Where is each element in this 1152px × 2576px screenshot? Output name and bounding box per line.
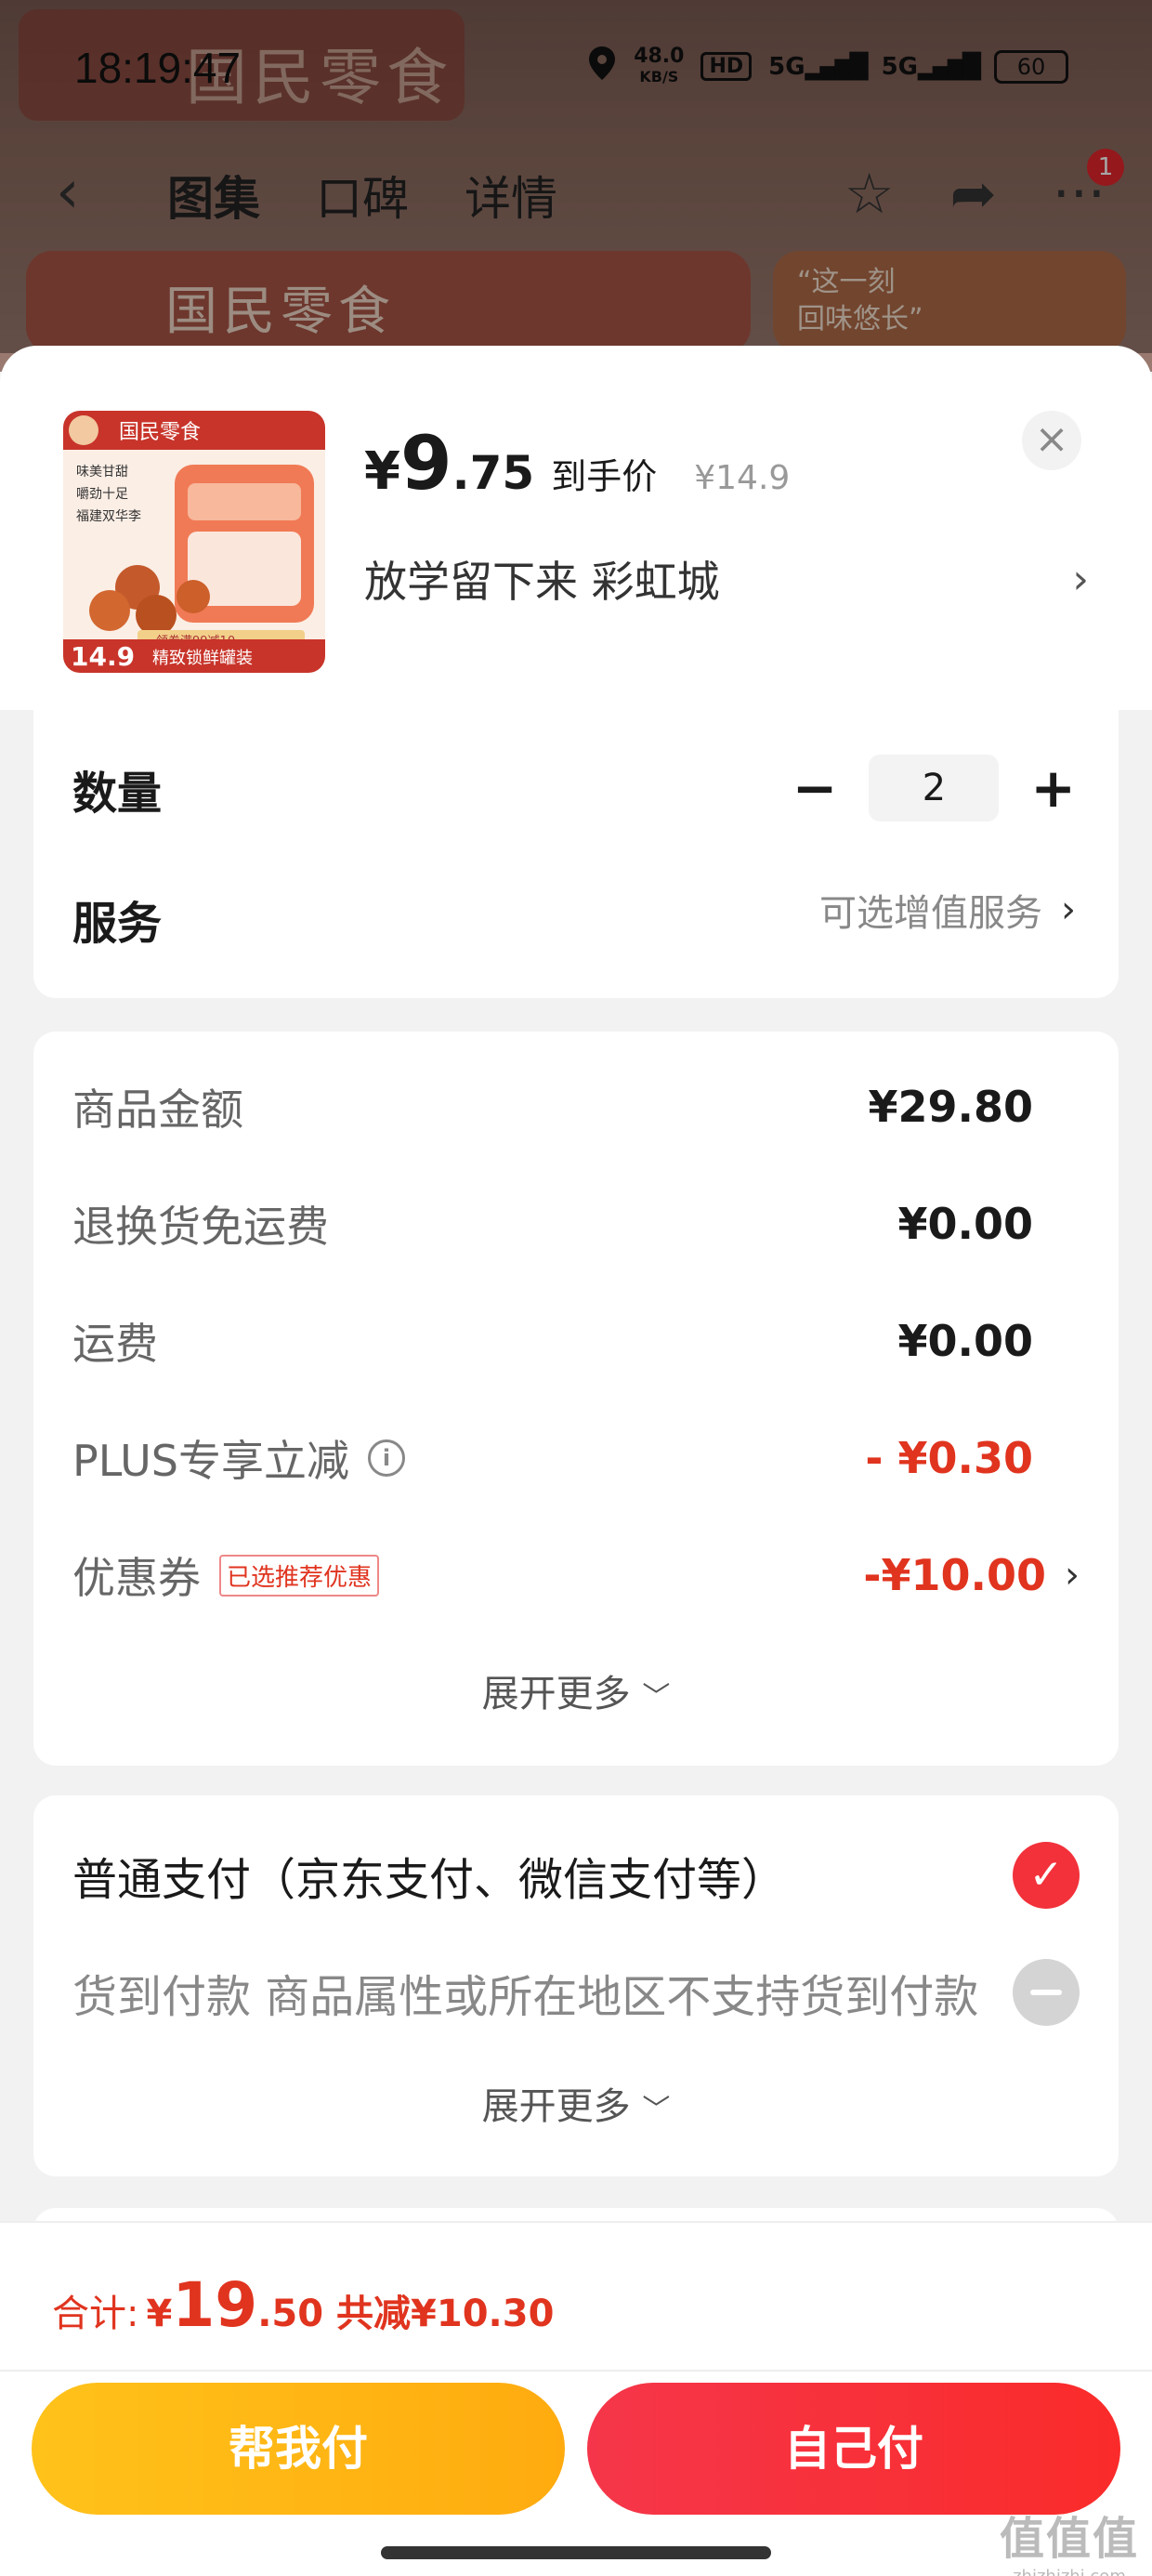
expand-more-payment[interactable]: 展开更多 ﹀ [33,2076,1119,2130]
chevron-down-icon: ﹀ [642,2094,671,2126]
payment-option-normal-label: 普通支付（京东支付、微信支付等） [72,1854,787,1906]
goods-amount-value: ¥29.80 [868,1082,1033,1132]
coupon-tag: 已选推荐优惠 [219,1554,380,1597]
plus-discount-value: - ¥0.30 [865,1433,1033,1483]
payment-option-normal[interactable]: 普通支付（京东支付、微信支付等） ✓ [72,1842,1080,1909]
thumb-price: 14.9 [71,641,135,672]
thumb-feature-3: 福建双华李 [76,509,141,524]
price-row-goods: 商品金额 ¥29.80 [72,1076,1080,1137]
return-shipping-value: ¥0.00 [897,1199,1033,1249]
shipping-value: ¥0.00 [897,1316,1033,1366]
thumb-tag: 精致锁鲜罐装 [152,649,253,668]
quantity-service-card: 数量 − 2 + 服务 可选增值服务 › [33,710,1119,998]
help-pay-button[interactable]: 帮我付 [32,2383,565,2515]
service-value: 可选增值服务 [819,892,1042,935]
coupon-value-wrap: -¥10.00 › [863,1550,1080,1600]
price-label: 到手价 [551,456,658,497]
watermark-url: zhizhizhi.com [1000,2567,1139,2576]
expand-more-label: 展开更多 [481,2085,631,2128]
total-integer: 19 [172,2269,258,2341]
price-decimal: .75 [452,446,535,500]
total-label: 合计: [52,2293,139,2335]
product-header: 国民零食 味美甘甜 嚼劲十足 福建双华李 领券满99减10 14.9 精致锁鲜罐… [0,346,1152,710]
quantity-value[interactable]: 2 [869,755,1000,821]
coupon-label-wrap: 优惠券 已选推荐优惠 [72,1544,380,1606]
price-row-coupon[interactable]: 优惠券 已选推荐优惠 -¥10.00 › [72,1544,1080,1606]
plus-discount-label-wrap: PLUS专享立减 i [72,1427,405,1489]
plus-discount-label: PLUS专享立减 [72,1436,349,1486]
disabled-radio-icon [1013,1959,1080,2026]
total-summary: 合计: ¥ 19 .50 共减¥10.30 [52,2269,554,2341]
thumb-feature-2: 嚼劲十足 [76,487,128,502]
goods-amount-label: 商品金额 [72,1084,243,1135]
variant-selector[interactable]: 放学留下来 彩虹城 › [364,548,1089,610]
return-shipping-label: 退换货免运费 [72,1202,329,1252]
home-indicator[interactable] [381,2546,771,2559]
expand-more-label: 展开更多 [481,1673,631,1715]
chevron-down-icon: ﹀ [642,1681,671,1714]
price-integer: 9 [399,420,452,506]
thumb-brand: 国民零食 [119,421,201,444]
coupon-label: 优惠券 [72,1553,201,1603]
payment-card: 普通支付（京东支付、微信支付等） ✓ 货到付款 商品属性或所在地区不支持货到付款… [33,1795,1119,2176]
variant-text: 放学留下来 彩虹城 [364,557,720,607]
shipping-label: 运费 [72,1319,158,1369]
quantity-label: 数量 [72,768,163,820]
price-breakdown-card: 商品金额 ¥29.80 退换货免运费 ¥0.00 运费 ¥0.00 PLUS专享… [33,1032,1119,1766]
thumb-feature-1: 味美甘甜 [76,465,128,480]
increase-button[interactable]: + [1030,760,1076,816]
watermark: 值值值 zhizhizhi.com [1000,2502,1139,2576]
total-savings: 共减¥10.30 [336,2293,555,2335]
price-row-plus: PLUS专享立减 i - ¥0.30 [72,1427,1080,1489]
expand-more-pricing[interactable]: 展开更多 ﹀ [33,1663,1119,1717]
price-currency: ¥ [364,441,400,502]
info-icon[interactable]: i [367,1439,405,1477]
chevron-right-icon: › [1065,1554,1080,1597]
coupon-value: -¥10.00 [863,1550,1046,1600]
decrease-button[interactable]: − [792,760,838,816]
product-image: 国民零食 味美甘甜 嚼劲十足 福建双华李 领券满99减10 14.9 精致锁鲜罐… [63,411,325,673]
quantity-stepper: − 2 + [792,755,1076,821]
total-decimal: .50 [257,2293,324,2335]
footer-divider [0,2370,1152,2372]
final-price: ¥ 9 .75 到手价 ¥14.9 [364,420,790,506]
chevron-right-icon: › [1072,555,1089,603]
service-label: 服务 [72,898,163,950]
checkmark-icon[interactable]: ✓ [1013,1842,1080,1909]
total-currency: ¥ [146,2293,173,2335]
close-button[interactable]: × [1022,411,1081,470]
payment-option-cod: 货到付款 商品属性或所在地区不支持货到付款 [72,1959,1080,2026]
overlay-dim[interactable] [0,0,1152,353]
price-row-shipping: 运费 ¥0.00 [72,1310,1080,1372]
original-price: ¥14.9 [694,459,791,497]
price-row-return-shipping: 退换货免运费 ¥0.00 [72,1193,1080,1255]
watermark-logo: 值值值 [999,2513,1139,2565]
payment-option-cod-label: 货到付款 商品属性或所在地区不支持货到付款 [72,1971,979,2023]
checkout-footer: 合计: ¥ 19 .50 共减¥10.30 帮我付 自己付 值值值 zhizhi… [0,2221,1152,2576]
self-pay-button[interactable]: 自己付 [587,2383,1120,2515]
service-selector[interactable]: 可选增值服务 › [819,883,1076,937]
chevron-right-icon: › [1061,888,1076,931]
